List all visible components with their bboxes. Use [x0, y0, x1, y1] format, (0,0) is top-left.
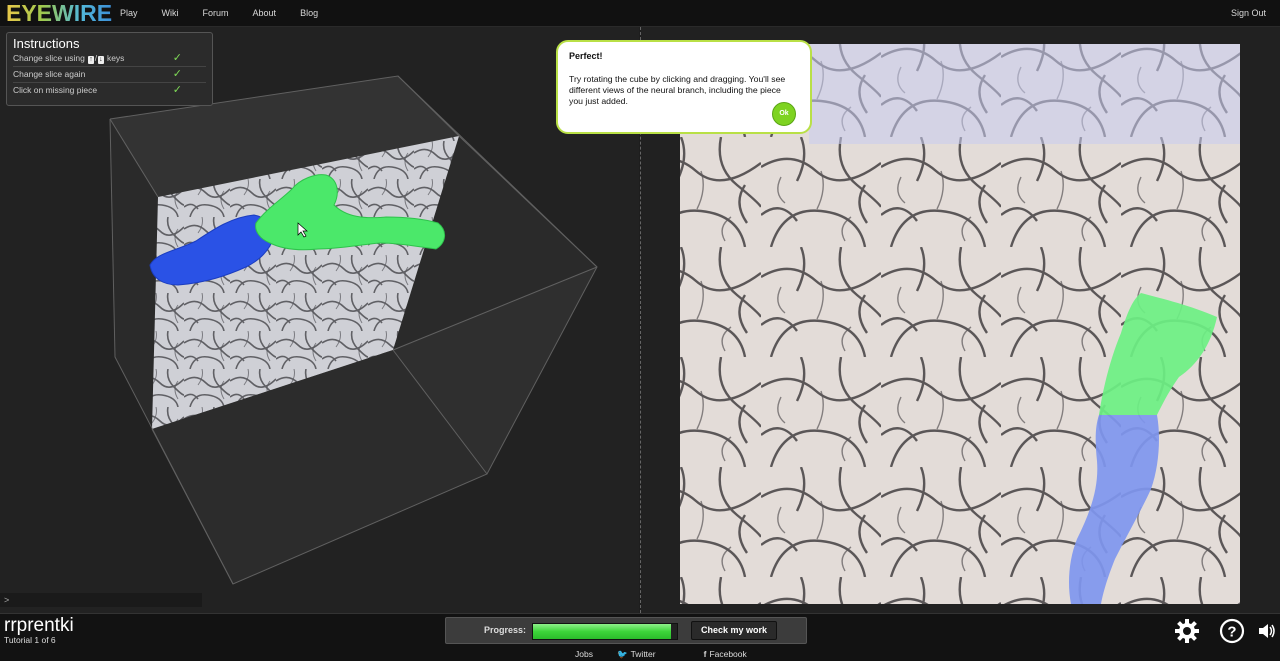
footer-facebook-link[interactable]: f Facebook: [704, 649, 771, 660]
username[interactable]: rrprentki: [4, 615, 74, 637]
chat-console-input[interactable]: >: [0, 593, 202, 607]
footer-links: Jobs 🐦 Twitter f Facebook: [575, 649, 795, 660]
instruction-step-3: Click on missing piece ✓: [13, 84, 182, 96]
tutorial-tooltip: Perfect! Try rotating the cube by clicki…: [556, 40, 812, 134]
up-arrow-key-icon: ↑: [88, 56, 94, 64]
svg-text:?: ?: [1227, 624, 1236, 641]
progress-bar-fill: [533, 624, 672, 639]
progress-bar: [532, 623, 678, 640]
twitter-icon: 🐦: [616, 649, 628, 659]
nav-wiki[interactable]: Wiki: [162, 0, 179, 26]
progress-panel: Progress: Check my work: [445, 617, 807, 644]
main-nav: Play Wiki Forum About Blog: [120, 0, 342, 26]
tooltip-text: Try rotating the cube by clicking and dr…: [569, 74, 786, 106]
instructions-panel: Instructions Change slice using ↑ / ↓ keys…: [6, 32, 213, 106]
check-icon: ✓: [172, 84, 182, 96]
ok-button[interactable]: Ok: [772, 102, 796, 126]
tutorial-status: Tutorial 1 of 6: [4, 635, 56, 645]
instruction-step-1: Change slice using ↑ / ↓ keys ✓: [13, 51, 206, 67]
bottom-status-bar: rrprentki Tutorial 1 of 6 Progress: Chec…: [0, 613, 1280, 661]
nav-forum[interactable]: Forum: [203, 0, 229, 26]
check-icon: ✓: [172, 68, 182, 80]
nav-blog[interactable]: Blog: [300, 0, 318, 26]
progress-label: Progress:: [484, 625, 527, 635]
tooltip-title: Perfect!: [569, 51, 603, 61]
instructions-title: Instructions: [13, 36, 80, 51]
sign-out-link[interactable]: Sign Out: [1231, 0, 1266, 26]
nav-about[interactable]: About: [253, 0, 277, 26]
settings-gear-icon[interactable]: [1174, 618, 1200, 644]
3d-cube-view[interactable]: [0, 27, 639, 613]
3d-cube-canvas[interactable]: [0, 27, 639, 613]
top-navigation-bar: EYEWIRE Play Wiki Forum About Blog Sign …: [0, 0, 1280, 27]
instruction-step-2: Change slice again ✓: [13, 67, 206, 83]
facebook-icon: f: [703, 649, 707, 659]
check-icon: ✓: [172, 52, 182, 64]
eyewire-logo[interactable]: EYEWIRE: [6, 1, 112, 25]
footer-twitter-link[interactable]: 🐦 Twitter: [617, 649, 680, 660]
nav-play[interactable]: Play: [120, 0, 138, 26]
down-arrow-key-icon: ↓: [98, 56, 104, 64]
sound-speaker-icon[interactable]: [1258, 622, 1276, 640]
top-overlay-region: [809, 44, 1240, 144]
footer-jobs-link[interactable]: Jobs: [575, 649, 593, 660]
check-my-work-button[interactable]: Check my work: [691, 621, 777, 640]
help-question-icon[interactable]: ?: [1219, 618, 1245, 644]
